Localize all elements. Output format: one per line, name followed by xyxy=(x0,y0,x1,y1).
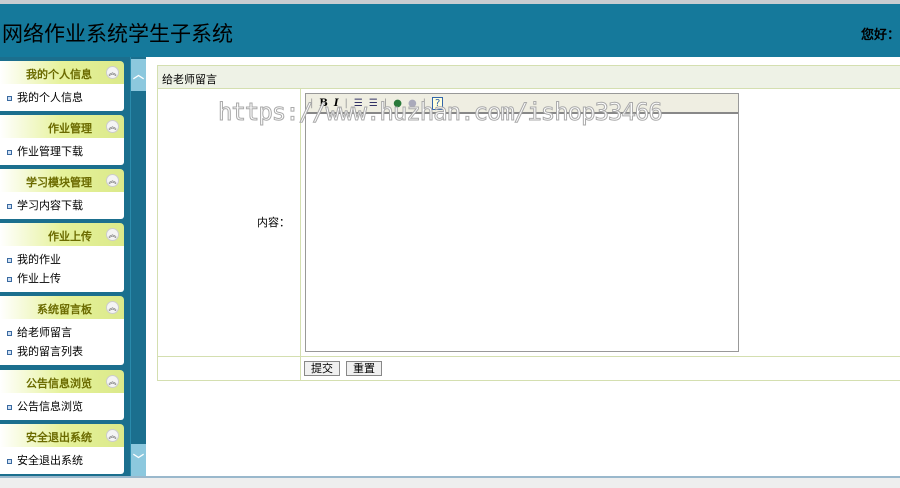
reset-button[interactable]: 重置 xyxy=(346,361,382,376)
collapse-icon[interactable]: ︽ xyxy=(106,429,119,442)
form-heading: 给老师留言 xyxy=(158,66,900,89)
collapse-icon[interactable]: ︽ xyxy=(106,375,119,388)
unlink-globe-icon[interactable]: ● xyxy=(408,98,417,109)
sidebar-group-header[interactable]: 学习模块管理 ︽ xyxy=(0,169,124,192)
header: 网络作业系统学生子系统 您好： xyxy=(0,4,900,57)
submit-button[interactable]: 提交 xyxy=(304,361,340,376)
sidebar-group-header[interactable]: 作业管理 ︽ xyxy=(0,115,124,138)
sidebar-group-title: 系统留言板 xyxy=(37,303,92,316)
sidebar-group-header[interactable]: 我的个人信息 ︽ xyxy=(0,61,124,84)
sidebar-item-label: 我的作业 xyxy=(17,253,61,266)
bullet-icon xyxy=(7,149,12,155)
status-bar xyxy=(0,476,900,488)
sidebar-item-label: 公告信息浏览 xyxy=(17,400,83,413)
sidebar-group-title: 作业上传 xyxy=(48,230,92,243)
sidebar-group-header[interactable]: 安全退出系统 ︽ xyxy=(0,424,124,447)
collapse-icon[interactable]: ︽ xyxy=(106,66,119,79)
sidebar-item[interactable]: 作业管理下载 xyxy=(0,142,124,161)
sidebar-group: 系统留言板 ︽ 给老师留言我的留言列表 xyxy=(0,296,124,365)
sidebar-item-label: 作业管理下载 xyxy=(17,145,83,158)
italic-button[interactable]: I xyxy=(334,98,339,109)
sidebar-item[interactable]: 公告信息浏览 xyxy=(0,397,124,416)
sidebar-group: 我的个人信息 ︽ 我的个人信息 xyxy=(0,61,124,111)
editor-toolbar: | B I | ☰ ☰ | ● ● | ? xyxy=(306,94,738,114)
content-label: 内容： xyxy=(257,216,290,229)
sidebar-group-title: 公告信息浏览 xyxy=(26,377,92,390)
sidebar-item-label: 作业上传 xyxy=(17,272,61,285)
bullet-icon xyxy=(7,349,12,355)
collapse-icon[interactable]: ︽ xyxy=(106,120,119,133)
message-form: 给老师留言 内容： | B I | ☰ ☰ | ● ● | ? 提交 重置 xyxy=(157,65,900,381)
sidebar-item[interactable]: 作业上传 xyxy=(0,269,124,288)
sidebar-item-label: 我的个人信息 xyxy=(17,91,83,104)
collapse-icon[interactable]: ︽ xyxy=(106,174,119,187)
bullet-icon xyxy=(7,95,12,101)
sidebar-scroll-strip[interactable]: ︿ ﹀ xyxy=(130,57,146,476)
sidebar-group: 作业上传 ︽ 我的作业 作业上传 xyxy=(0,223,124,292)
scroll-down-icon[interactable]: ﹀ xyxy=(131,444,146,476)
help-button[interactable]: ? xyxy=(432,96,444,110)
sidebar-item[interactable]: 我的作业 xyxy=(0,250,124,269)
sidebar-group-title: 我的个人信息 xyxy=(26,68,92,81)
sidebar-group-header[interactable]: 公告信息浏览 ︽ xyxy=(0,370,124,393)
sidebar-group-header[interactable]: 作业上传 ︽ xyxy=(0,223,124,246)
link-globe-icon[interactable]: ● xyxy=(393,98,402,109)
sidebar-group-header[interactable]: 系统留言板 ︽ xyxy=(0,296,124,319)
ordered-list-icon[interactable]: ☰ xyxy=(354,98,363,109)
bold-button[interactable]: B xyxy=(319,98,327,109)
greeting: 您好： xyxy=(860,28,900,43)
bullet-icon xyxy=(7,404,12,410)
bullet-icon xyxy=(7,458,12,464)
scroll-up-icon[interactable]: ︿ xyxy=(131,59,146,91)
bullet-icon xyxy=(7,276,12,282)
sidebar-group-title: 学习模块管理 xyxy=(26,176,92,189)
sidebar-item-label: 我的留言列表 xyxy=(17,345,83,358)
bullet-icon xyxy=(7,330,12,336)
sidebar-group: 公告信息浏览 ︽ 公告信息浏览 xyxy=(0,370,124,420)
sidebar-item[interactable]: 我的个人信息 xyxy=(0,88,124,107)
unordered-list-icon[interactable]: ☰ xyxy=(369,98,378,109)
sidebar-group: 学习模块管理 ︽ 学习内容下载 xyxy=(0,169,124,219)
sidebar-group: 作业管理 ︽ 作业管理下载 xyxy=(0,115,124,165)
sidebar-item[interactable]: 我的留言列表 xyxy=(0,342,124,361)
collapse-icon[interactable]: ︽ xyxy=(106,228,119,241)
bullet-icon xyxy=(7,203,12,209)
app-title: 网络作业系统学生子系统 xyxy=(2,22,233,46)
sidebar-item[interactable]: 安全退出系统 xyxy=(0,451,124,470)
sidebar-group-title: 作业管理 xyxy=(48,122,92,135)
collapse-icon[interactable]: ︽ xyxy=(106,301,119,314)
sidebar-item-label: 安全退出系统 xyxy=(17,454,83,467)
sidebar-item[interactable]: 给老师留言 xyxy=(0,323,124,342)
sidebar-item[interactable]: 学习内容下载 xyxy=(0,196,124,215)
sidebar-item-label: 给老师留言 xyxy=(17,326,72,339)
bullet-icon xyxy=(7,257,12,263)
sidebar-group: 安全退出系统 ︽ 安全退出系统 xyxy=(0,424,124,474)
sidebar-group-title: 安全退出系统 xyxy=(26,431,92,444)
sidebar-item-label: 学习内容下载 xyxy=(17,199,83,212)
content-editor[interactable]: | B I | ☰ ☰ | ● ● | ? xyxy=(305,93,739,352)
